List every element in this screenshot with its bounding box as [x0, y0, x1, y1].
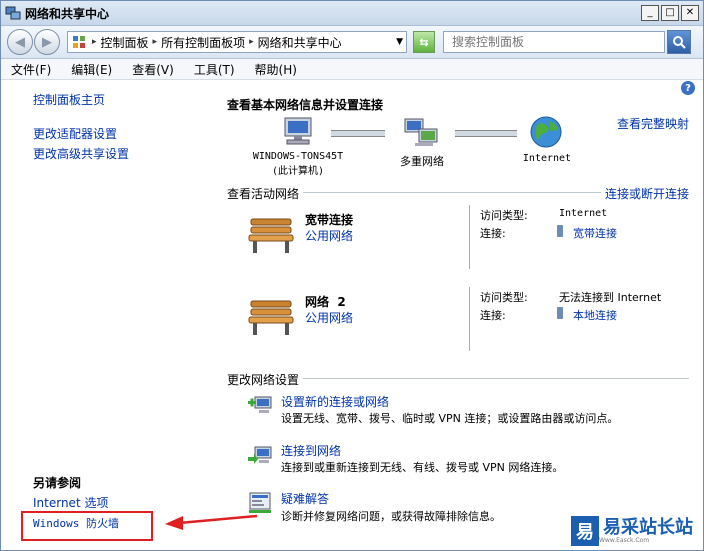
network-name: 网络 2	[305, 295, 346, 309]
content-area: ? 控制面板主页 更改适配器设置 更改高级共享设置 另请参阅 Internet …	[1, 79, 703, 550]
close-button[interactable]: ✕	[681, 5, 699, 21]
network-node-multiple: 多重网络	[400, 155, 444, 168]
connect-disconnect-link[interactable]: 连接或断开连接	[600, 185, 689, 202]
forward-button[interactable]: ▶	[34, 29, 60, 55]
search-input[interactable]	[443, 31, 665, 53]
minimize-button[interactable]: _	[641, 5, 659, 21]
window-title: 网络和共享中心	[25, 6, 110, 21]
connection-label: 连接:	[480, 309, 506, 322]
computer-icon	[284, 117, 312, 145]
menu-tools[interactable]: 工具(T)	[194, 61, 235, 78]
refresh-icon: ⇆	[419, 35, 429, 49]
network-name: 宽带连接	[305, 213, 354, 227]
internet-globe-icon	[530, 116, 562, 148]
internet-options-link[interactable]: Internet 选项	[33, 494, 108, 511]
title-bar: 网络和共享中心 _ □ ✕	[1, 1, 703, 26]
back-button[interactable]: ◀	[7, 29, 33, 55]
sidebar-advanced-sharing-link[interactable]: 更改高级共享设置	[33, 145, 129, 162]
see-also-title: 另请参阅	[33, 476, 82, 490]
connection-value-link[interactable]: 本地连接	[573, 307, 617, 323]
access-type-label: 访问类型:	[480, 209, 528, 222]
connection-icon	[557, 307, 563, 319]
menu-file[interactable]: 文件(F)	[11, 61, 51, 78]
chevron-right-icon[interactable]: ▸	[249, 37, 254, 47]
setup-connection-link[interactable]: 设置新的连接或网络	[281, 393, 389, 410]
refresh-button[interactable]: ⇆	[413, 31, 435, 53]
control-panel-icon	[73, 36, 85, 48]
active-network-lan: 网络 2 公用网络 访问类型: 无法连接到 Internet 连接: 本地连接	[243, 287, 689, 353]
network-type-link[interactable]: 公用网络	[305, 309, 353, 326]
connection-label: 连接:	[480, 227, 506, 240]
menu-help[interactable]: 帮助(H)	[255, 61, 297, 78]
access-type-value: Internet	[559, 208, 608, 219]
connection-value-link[interactable]: 宽带连接	[573, 225, 617, 241]
task-description: 设置无线、宽带、拨号、临时或 VPN 连接；或设置路由器或访问点。	[281, 412, 619, 425]
sidebar: 控制面板主页 更改适配器设置 更改高级共享设置 另请参阅 Internet 选项…	[1, 79, 213, 550]
chevron-down-icon[interactable]: ▼	[396, 37, 403, 47]
full-map-link[interactable]: 查看完整映射	[617, 115, 689, 132]
active-networks-title: 查看活动网络	[227, 185, 304, 202]
bench-icon	[248, 300, 294, 335]
chevron-right-icon[interactable]: ▸	[153, 37, 158, 47]
network-type-link[interactable]: 公用网络	[305, 227, 353, 244]
breadcrumb[interactable]: ▸ 控制面板 ▸ 所有控制面板项 ▸ 网络和共享中心 ▼	[67, 31, 407, 53]
troubleshoot-icon	[249, 492, 271, 513]
network-node-internet: Internet	[522, 153, 572, 164]
multiple-networks-icon	[404, 118, 438, 146]
troubleshoot-link[interactable]: 疑难解答	[281, 490, 329, 507]
breadcrumb-control-panel[interactable]: 控制面板	[101, 34, 149, 51]
change-settings-title: 更改网络设置	[227, 371, 304, 388]
watermark-logo: 易	[571, 516, 599, 546]
watermark-text: 易采站长站	[603, 516, 693, 538]
menu-view[interactable]: 查看(V)	[132, 61, 174, 78]
menu-edit[interactable]: 编辑(E)	[71, 61, 112, 78]
task-description: 诊断并修复网络问题，或获得故障排除信息。	[281, 510, 501, 523]
network-center-icon	[5, 6, 21, 20]
menu-bar: 文件(F) 编辑(E) 查看(V) 工具(T) 帮助(H)	[1, 59, 703, 80]
address-bar: ◀ ▶ ▸ 控制面板 ▸ 所有控制面板项 ▸ 网络和共享中心 ▼ ⇆	[1, 26, 703, 59]
map-connector	[331, 130, 385, 137]
vertical-divider	[469, 287, 470, 351]
bench-icon	[248, 218, 294, 253]
vertical-divider	[469, 205, 470, 269]
highlight-box	[21, 511, 153, 541]
window: 网络和共享中心 _ □ ✕ ◀ ▶ ▸ 控制面板 ▸ 所有控制面板项 ▸ 网络和…	[0, 0, 704, 551]
connect-to-network-link[interactable]: 连接到网络	[281, 442, 341, 459]
page-title: 查看基本网络信息并设置连接	[227, 98, 384, 112]
maximize-button[interactable]: □	[661, 5, 679, 21]
connect-network-icon	[248, 446, 272, 464]
search-icon	[673, 36, 686, 49]
sidebar-adapter-settings-link[interactable]: 更改适配器设置	[33, 125, 117, 142]
main-panel: 查看基本网络信息并设置连接 查看完整映射 WINDOWS-TONS45T (此计…	[227, 79, 689, 550]
breadcrumb-all-items[interactable]: 所有控制面板项	[161, 34, 245, 51]
new-connection-icon	[248, 396, 272, 413]
access-type-label: 访问类型:	[480, 291, 528, 304]
connection-icon	[557, 225, 563, 237]
sidebar-home-link[interactable]: 控制面板主页	[33, 91, 105, 108]
chevron-right-icon[interactable]: ▸	[92, 37, 97, 47]
active-network-broadband: 宽带连接 公用网络 访问类型: Internet 连接: 宽带连接	[243, 205, 689, 271]
forward-arrow-icon: ▶	[42, 34, 52, 50]
watermark-subtext: Www.Easck.Com	[599, 536, 650, 544]
map-connector	[455, 130, 517, 137]
search-button[interactable]	[667, 30, 691, 54]
access-type-value: 无法连接到 Internet	[559, 291, 662, 304]
network-node-computer: WINDOWS-TONS45T (此计算机)	[252, 151, 344, 177]
watermark: 易 易采站长站 Www.Easck.Com	[567, 512, 703, 550]
back-arrow-icon: ◀	[15, 34, 25, 50]
breadcrumb-network-center[interactable]: 网络和共享中心	[258, 34, 342, 51]
task-description: 连接到或重新连接到无线、有线、拨号或 VPN 网络连接。	[281, 461, 564, 474]
